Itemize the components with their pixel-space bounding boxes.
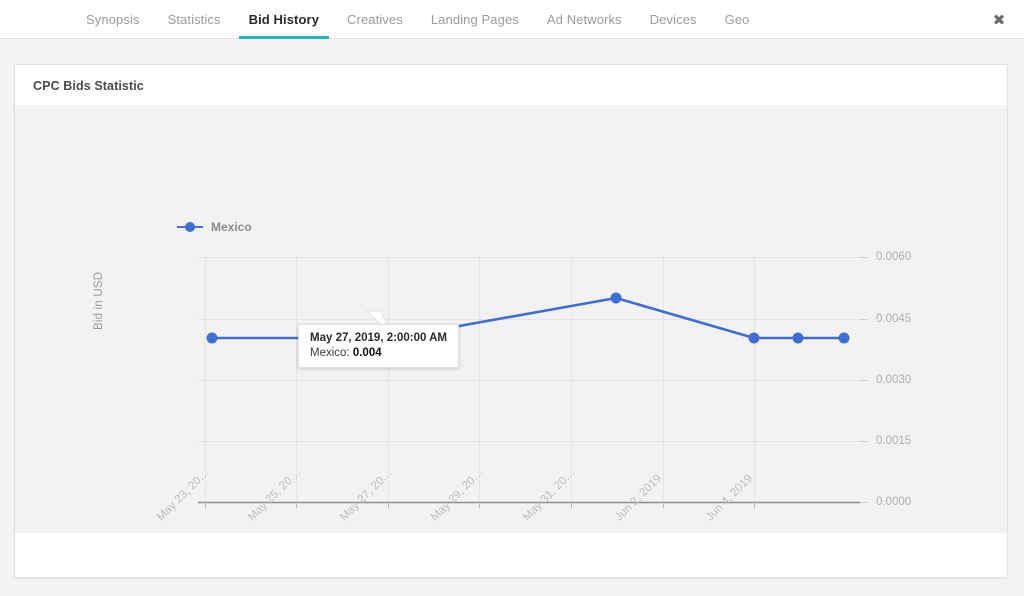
tab-label: Geo	[724, 11, 750, 27]
y-tick-label: 0.0000	[876, 496, 912, 508]
y-tick-label: 0.0045	[876, 313, 912, 325]
y-tick-label: 0.0060	[876, 251, 912, 263]
tab-label: Creatives	[347, 11, 403, 27]
chart-tooltip: May 27, 2019, 2:00:00 AM Mexico: 0.004	[298, 324, 460, 368]
y-tick-label: 0.0030	[876, 374, 912, 386]
top-tab-bar: Synopsis Statistics Bid History Creative…	[0, 0, 1024, 39]
line-chart-svg	[198, 257, 867, 508]
tab-creatives[interactable]: Creatives	[333, 0, 417, 38]
tab-statistics[interactable]: Statistics	[154, 0, 235, 38]
legend-marker-icon	[177, 221, 203, 233]
tab-label: Synopsis	[86, 11, 140, 27]
page-body: CPC Bids Statistic Mexico 0.0060 0.0045 …	[0, 39, 1024, 596]
legend-item-label: Mexico	[211, 220, 252, 234]
y-axis-title: Bid in USD	[93, 271, 105, 330]
y-tick-label: 0.0015	[876, 435, 912, 447]
tab-list: Synopsis Statistics Bid History Creative…	[72, 0, 764, 39]
tooltip-value: 0.004	[352, 347, 382, 359]
tab-bid-history[interactable]: Bid History	[235, 0, 333, 39]
tooltip-value-row: Mexico: 0.004	[310, 347, 447, 359]
tab-label: Bid History	[248, 11, 320, 27]
tab-label: Landing Pages	[430, 11, 519, 27]
vertical-gridlines	[205, 257, 755, 502]
card-title: CPC Bids Statistic	[33, 78, 144, 93]
tab-synopsis[interactable]: Synopsis	[72, 0, 154, 38]
tab-label: Devices	[649, 11, 697, 27]
legend: Mexico	[177, 220, 252, 234]
cpc-bids-statistic-card: CPC Bids Statistic Mexico 0.0060 0.0045 …	[14, 64, 1008, 578]
tab-geo[interactable]: Geo	[711, 0, 764, 38]
tooltip-title: May 27, 2019, 2:00:00 AM	[310, 332, 448, 344]
tab-label: Ad Networks	[546, 11, 622, 27]
tooltip-series-label: Mexico:	[310, 347, 350, 359]
close-icon[interactable]: ✖	[988, 9, 1010, 31]
tab-ad-networks[interactable]: Ad Networks	[533, 0, 636, 38]
legend-item-mexico[interactable]: Mexico	[177, 220, 252, 234]
tab-label: Statistics	[167, 11, 221, 27]
card-header: CPC Bids Statistic	[15, 65, 1007, 107]
tab-devices[interactable]: Devices	[636, 0, 711, 38]
tab-landing-pages[interactable]: Landing Pages	[417, 0, 533, 38]
y-tick-marks	[860, 257, 867, 503]
chart-plot-area: Mexico 0.0060 0.0045 0.0030 0.0015 0.000…	[15, 108, 1007, 577]
card-footer: May 15, 2019 May 22, 2019 May 29, 2019	[15, 533, 1007, 577]
